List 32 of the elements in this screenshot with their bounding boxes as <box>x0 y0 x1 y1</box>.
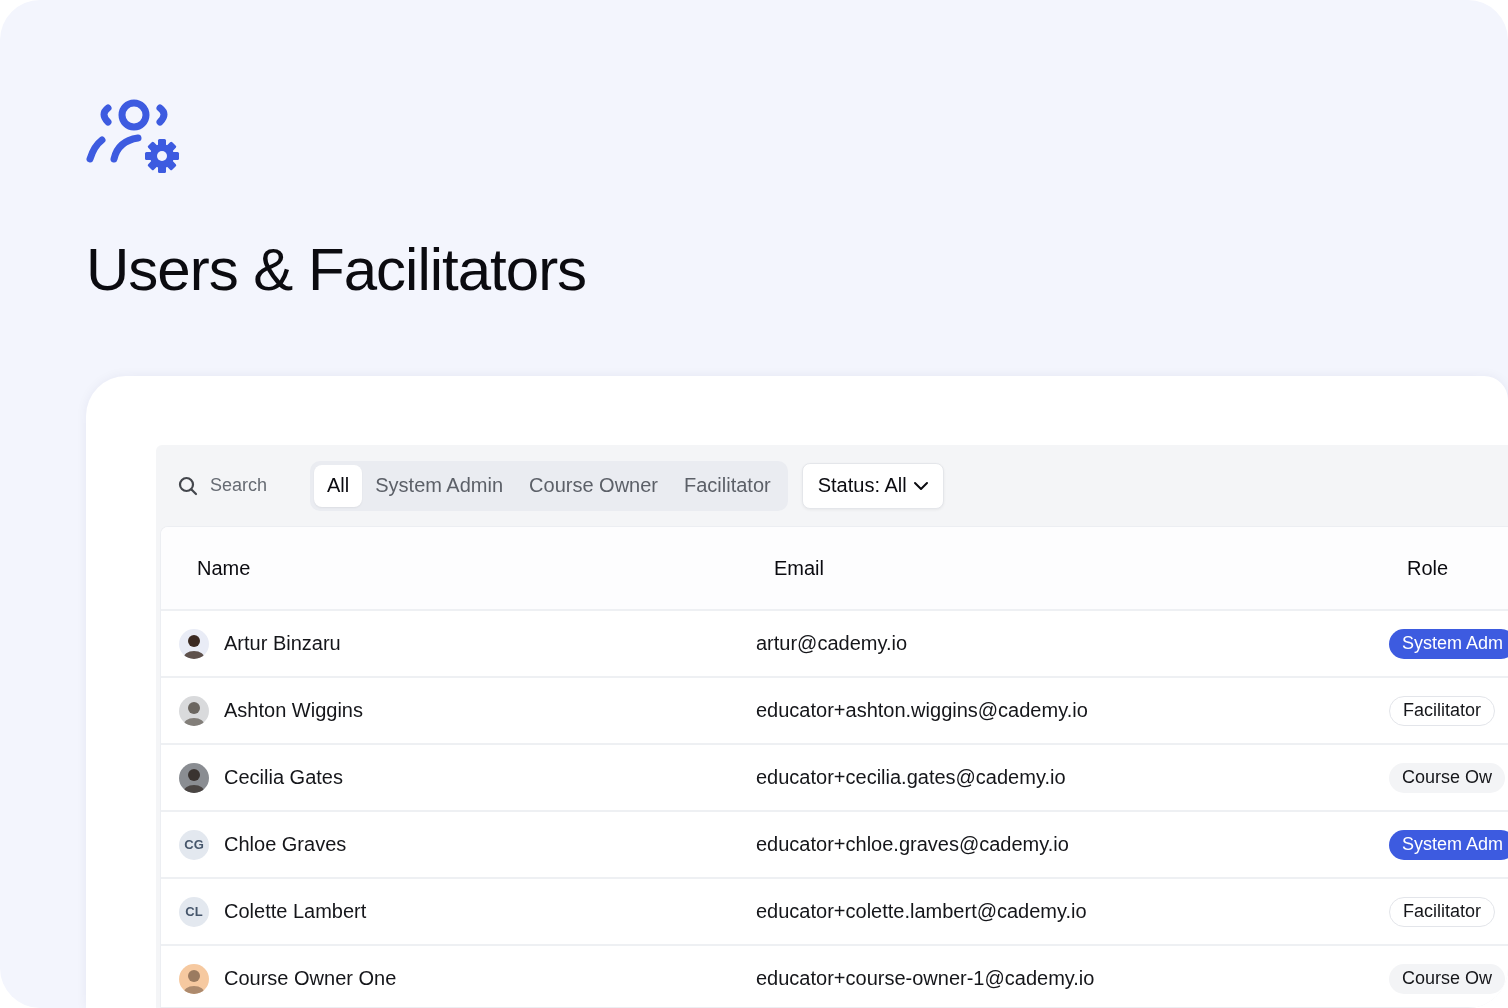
user-name: Colette Lambert <box>224 900 367 923</box>
search-field[interactable]: Search <box>210 475 290 496</box>
user-name: Cecilia Gates <box>224 766 343 789</box>
user-email: educator+chloe.graves@cademy.io <box>756 833 1070 856</box>
status-dropdown[interactable]: Status: All <box>801 462 944 509</box>
role-tag: Facilitator <box>1389 695 1496 726</box>
role-tag: System Adm <box>1389 829 1508 860</box>
role-tab[interactable]: System Admin <box>362 464 517 507</box>
column-header: Email <box>774 556 824 580</box>
role-tag: Course Ow <box>1389 963 1506 994</box>
user-name: Chloe Graves <box>224 833 347 856</box>
user-email: educator+course-owner-1@cademy.io <box>756 967 1096 990</box>
search-icon <box>178 475 198 496</box>
avatar-initials: CG <box>179 829 209 860</box>
role-tag: System Adm <box>1389 628 1508 659</box>
user-email: artur@cademy.io <box>756 632 909 655</box>
user-name: Ashton Wiggins <box>224 699 363 722</box>
user-email: educator+cecilia.gates@cademy.io <box>756 766 1067 789</box>
avatar-initials: CL <box>179 896 209 927</box>
role-tab[interactable]: All <box>314 464 363 507</box>
page-title: Users & Facilitators <box>86 235 587 305</box>
role-tag: Facilitator <box>1389 896 1496 927</box>
user-name: Artur Binzaru <box>224 632 341 655</box>
chevron-down-icon <box>912 480 929 491</box>
column-header: Name <box>197 556 251 580</box>
column-header: Role <box>1407 556 1449 580</box>
role-tab[interactable]: Facilitator <box>671 464 784 507</box>
role-tag: Course Ow <box>1389 762 1506 793</box>
role-tab[interactable]: Course Owner <box>516 464 671 507</box>
user-email: educator+colette.lambert@cademy.io <box>756 900 1088 923</box>
user-email: educator+ashton.wiggins@cademy.io <box>756 699 1089 722</box>
user-name: Course Owner One <box>224 967 397 990</box>
